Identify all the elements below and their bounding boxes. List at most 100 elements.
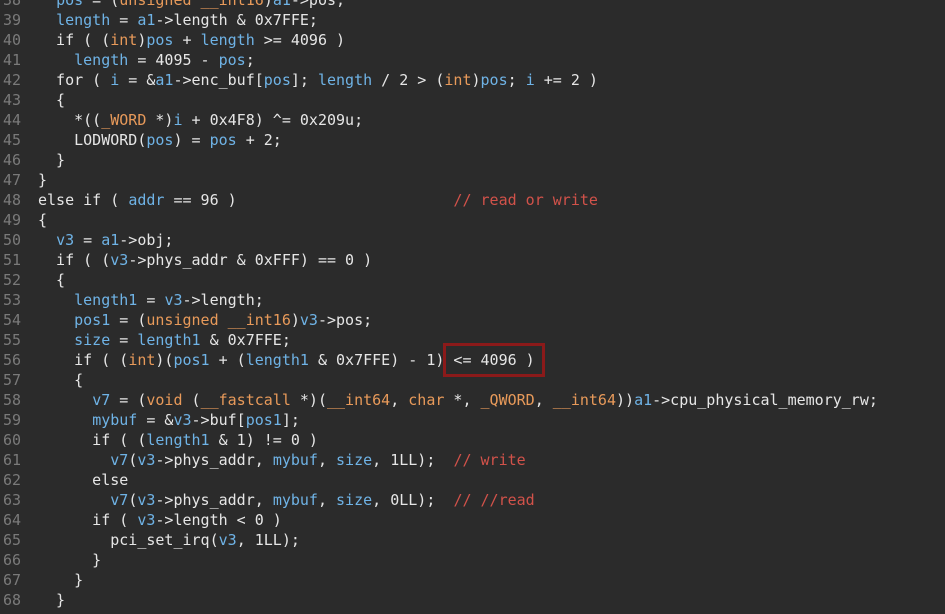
line-number: 48 — [3, 191, 22, 209]
code-token: *, — [444, 391, 481, 409]
identifier-token: a1 — [155, 71, 174, 89]
identifier-token: pos1 — [173, 351, 210, 369]
line-number: 60 — [3, 431, 22, 449]
identifier-token: v3 — [137, 491, 156, 509]
code-line[interactable]: 38 pos = (unsigned __int16)a1->pos; — [0, 0, 945, 10]
identifier-token: mybuf — [272, 451, 318, 469]
code-line[interactable]: 63 v7(v3->phys_addr, mybuf, size, 0LL); … — [0, 490, 945, 510]
code-line[interactable]: 57 { — [0, 370, 945, 390]
code-text: LODWORD(pos) = pos + 2; — [38, 130, 282, 150]
code-line[interactable]: 58 v7 = (void (__fastcall *)(__int64, ch… — [0, 390, 945, 410]
code-text: mybuf = &v3->buf[pos1]; — [38, 410, 300, 430]
identifier-token: i — [110, 71, 120, 89]
code-token: ) — [290, 311, 300, 329]
code-line[interactable]: 66 } — [0, 550, 945, 570]
identifier-token: length — [74, 51, 129, 69]
identifier-token: pos — [263, 71, 291, 89]
line-number: 41 — [3, 51, 22, 69]
line-number: 59 — [3, 411, 22, 429]
code-text: if ( (int)pos + length >= 4096 ) — [38, 30, 345, 50]
code-text: { — [38, 370, 83, 390]
line-number: 52 — [3, 271, 22, 289]
code-line[interactable]: 47} — [0, 170, 945, 190]
code-line[interactable]: 42 for ( i = &a1->enc_buf[pos]; length /… — [0, 70, 945, 90]
code-editor[interactable]: 38 pos = (unsigned __int16)a1->pos; 39 le… — [0, 0, 945, 610]
code-token: ->pos; — [290, 0, 346, 9]
line-number: 66 — [3, 551, 22, 569]
code-token: pci_set_irq( — [38, 531, 219, 549]
code-token: = — [110, 331, 138, 349]
code-line[interactable]: 43 { — [0, 90, 945, 110]
identifier-token: pos1 — [245, 411, 282, 429]
code-line[interactable]: 50 v3 = a1->obj; — [0, 230, 945, 250]
code-line[interactable]: 67 } — [0, 570, 945, 590]
identifier-token: v3 — [110, 251, 129, 269]
code-line[interactable]: 46 } — [0, 150, 945, 170]
code-line[interactable]: 41 length = 4095 - pos; — [0, 50, 945, 70]
code-line[interactable]: 54 pos1 = (unsigned __int16)v3->pos; — [0, 310, 945, 330]
identifier-token: size — [336, 451, 373, 469]
line-number: 58 — [3, 391, 22, 409]
code-line[interactable]: 59 mybuf = &v3->buf[pos1]; — [0, 410, 945, 430]
code-line[interactable]: 64 if ( v3->length < 0 ) — [0, 510, 945, 530]
code-line[interactable]: 56 if ( (int)(pos1 + (length1 & 0x7FFE) … — [0, 350, 945, 370]
code-text: if ( (int)(pos1 + (length1 & 0x7FFE) - 1… — [38, 350, 535, 370]
line-number: 54 — [3, 311, 22, 329]
code-text: pci_set_irq(v3, 1LL); — [38, 530, 300, 550]
code-text: v7 = (void (__fastcall *)(__int64, char … — [38, 390, 878, 410]
code-token: if ( — [38, 511, 138, 529]
line-number: 62 — [3, 471, 22, 489]
identifier-token: v3 — [137, 511, 156, 529]
code-text: *((_WORD *)i + 0x4F8) ^= 0x209u; — [38, 110, 363, 130]
code-token: { — [38, 91, 66, 109]
code-token: & 0x7FFE) - 1) <= 4096 ) — [308, 351, 535, 369]
code-line[interactable]: 55 size = length1 & 0x7FFE; — [0, 330, 945, 350]
comment-token: // //read — [453, 491, 535, 509]
identifier-token: addr — [128, 191, 165, 209]
code-token: ; — [507, 71, 526, 89]
code-line[interactable]: 60 if ( (length1 & 1) != 0 ) — [0, 430, 945, 450]
line-number: 63 — [3, 491, 22, 509]
code-token: + ( — [209, 351, 246, 369]
code-line[interactable]: 51 if ( (v3->phys_addr & 0xFFF) == 0 ) — [0, 250, 945, 270]
line-number: 40 — [3, 31, 22, 49]
code-token: if ( ( — [38, 251, 111, 269]
line-number: 64 — [3, 511, 22, 529]
code-token: if ( ( — [38, 31, 111, 49]
code-token: ) = — [173, 131, 210, 149]
code-line[interactable]: 68 } — [0, 590, 945, 610]
code-line[interactable]: 65 pci_set_irq(v3, 1LL); — [0, 530, 945, 550]
code-line[interactable]: 62 else — [0, 470, 945, 490]
code-line[interactable]: 40 if ( (int)pos + length >= 4096 ) — [0, 30, 945, 50]
line-number: 53 — [3, 291, 22, 309]
code-line[interactable]: 39 length = a1->length & 0x7FFE; — [0, 10, 945, 30]
code-line[interactable]: 48 else if ( addr == 96 ) // read or writ… — [0, 190, 945, 210]
type-token: _WORD — [101, 111, 147, 129]
code-text: v3 = a1->obj; — [38, 230, 173, 250]
code-text: { — [38, 270, 65, 290]
code-token: if ( ( — [38, 431, 147, 449]
code-token: *) — [146, 111, 174, 129]
code-line[interactable]: 52 { — [0, 270, 945, 290]
code-text: { — [38, 90, 65, 110]
line-number: 55 — [3, 331, 22, 349]
code-line[interactable]: 45 LODWORD(pos) = pos + 2; — [0, 130, 945, 150]
identifier-token: v3 — [218, 531, 237, 549]
identifier-token: length — [317, 71, 373, 89]
code-text: pos1 = (unsigned __int16)v3->pos; — [38, 310, 372, 330]
code-token: )) — [616, 391, 635, 409]
identifier-token: pos — [146, 31, 174, 49]
code-text: size = length1 & 0x7FFE; — [38, 330, 291, 350]
code-text: } — [38, 590, 65, 610]
line-number: 67 — [3, 571, 22, 589]
line-number: 61 — [3, 451, 22, 469]
identifier-token: v7 — [110, 491, 129, 509]
code-token: for ( — [38, 71, 111, 89]
comment-token: // write — [453, 451, 526, 469]
code-token: >= 4096 ) — [254, 31, 346, 49]
code-line[interactable]: 53 length1 = v3->length; — [0, 290, 945, 310]
code-line[interactable]: 44 *((_WORD *)i + 0x4F8) ^= 0x209u; — [0, 110, 945, 130]
code-text: for ( i = &a1->enc_buf[pos]; length / 2 … — [38, 70, 598, 90]
code-line[interactable]: 61 v7(v3->phys_addr, mybuf, size, 1LL); … — [0, 450, 945, 470]
code-line[interactable]: 49 { — [0, 210, 945, 230]
